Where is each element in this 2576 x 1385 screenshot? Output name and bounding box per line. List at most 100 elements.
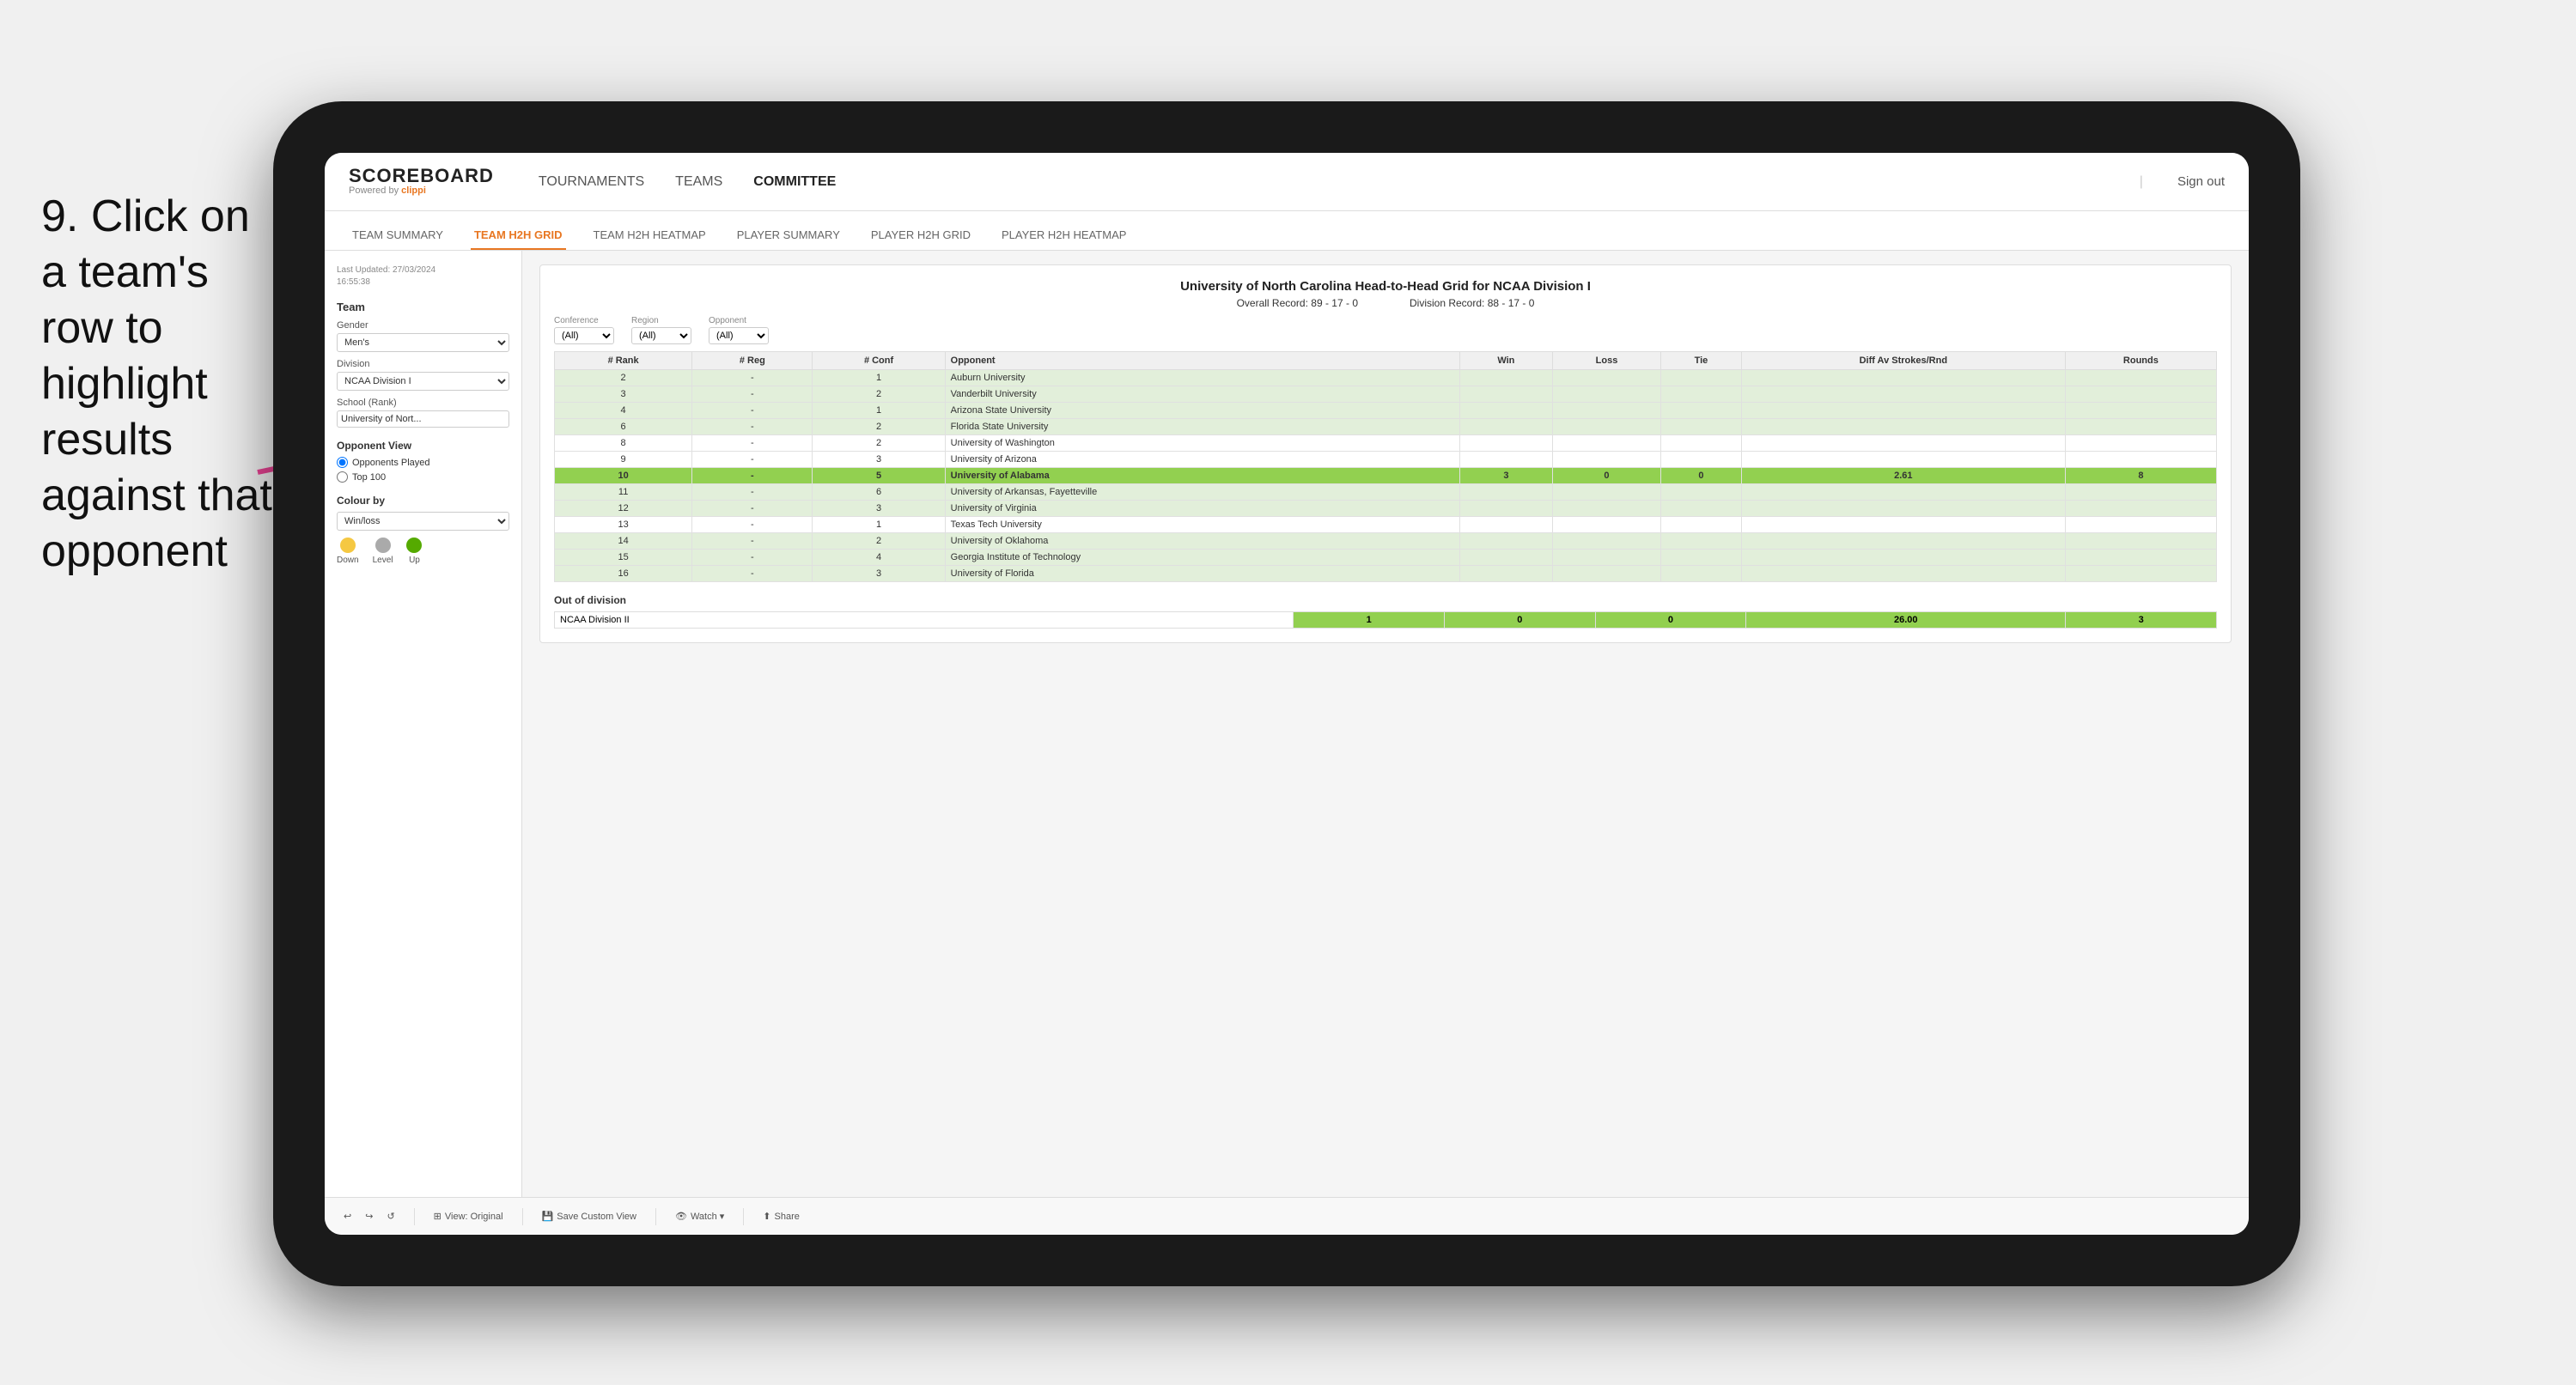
toolbar-save-custom[interactable]: 💾 Save Custom View: [537, 1208, 642, 1224]
conference-filter-label: Conference: [554, 316, 614, 325]
level-dot: [375, 538, 391, 553]
conference-filter: Conference (All): [554, 316, 614, 344]
grid-records: Overall Record: 89 - 17 - 0 Division Rec…: [554, 297, 2217, 309]
out-division-row[interactable]: NCAA Division II10026.003: [555, 612, 2217, 629]
legend-down: Down: [337, 538, 359, 565]
opponents-played-label: Opponents Played: [352, 458, 430, 468]
opponent-filter-select[interactable]: (All): [709, 327, 769, 344]
opponents-played-radio[interactable]: [337, 457, 348, 468]
tab-team-h2h-heatmap[interactable]: TEAM H2H HEATMAP: [590, 222, 709, 250]
logo-powered: Powered by clippi: [349, 185, 494, 197]
colour-by-title: Colour by: [337, 495, 509, 507]
division-select[interactable]: NCAA Division I NCAA Division II: [337, 372, 509, 391]
down-label: Down: [337, 556, 359, 565]
tablet-screen: SCOREBOARD Powered by clippi TOURNAMENTS…: [325, 153, 2249, 1235]
table-row[interactable]: 3-2Vanderbilt University: [555, 386, 2217, 403]
opponents-played-option[interactable]: Opponents Played: [337, 457, 509, 468]
watch-label: Watch ▾: [691, 1211, 724, 1222]
tab-player-h2h-heatmap[interactable]: PLAYER H2H HEATMAP: [998, 222, 1130, 250]
legend: Down Level Up: [337, 538, 509, 565]
col-rounds: Rounds: [2065, 352, 2216, 370]
up-dot: [406, 538, 422, 553]
reset-button[interactable]: ↺: [381, 1208, 399, 1224]
toolbar-share[interactable]: ⬆ Share: [758, 1208, 805, 1224]
view-label: View: Original: [445, 1212, 503, 1222]
logo-scoreboard: SCOREBOARD: [349, 167, 494, 185]
col-rank: # Rank: [555, 352, 692, 370]
gender-select[interactable]: Men's Women's: [337, 333, 509, 352]
top-100-label: Top 100: [352, 472, 386, 483]
toolbar-watch[interactable]: 👁 Watch ▾: [670, 1208, 729, 1224]
last-updated: Last Updated: 27/03/202416:55:38: [337, 264, 509, 289]
colour-by-select[interactable]: Win/loss: [337, 512, 509, 531]
toolbar-sep-2: [522, 1208, 523, 1225]
legend-up: Up: [406, 538, 422, 565]
col-reg: # Reg: [692, 352, 813, 370]
view-icon: ⊞: [434, 1211, 442, 1222]
tablet-frame: SCOREBOARD Powered by clippi TOURNAMENTS…: [273, 101, 2300, 1286]
toolbar-sep-4: [743, 1208, 744, 1225]
col-conf: # Conf: [813, 352, 945, 370]
sub-nav: TEAM SUMMARY TEAM H2H GRID TEAM H2H HEAT…: [325, 211, 2249, 251]
table-row[interactable]: 16-3University of Florida: [555, 566, 2217, 582]
tab-player-h2h-grid[interactable]: PLAYER H2H GRID: [868, 222, 974, 250]
col-tie: Tie: [1661, 352, 1742, 370]
table-row[interactable]: 13-1Texas Tech University: [555, 517, 2217, 533]
region-filter: Region (All): [631, 316, 691, 344]
toolbar-sep-1: [414, 1208, 415, 1225]
table-row[interactable]: 14-2University of Oklahoma: [555, 533, 2217, 550]
out-of-division-title: Out of division: [554, 594, 2217, 606]
share-icon: ⬆: [763, 1211, 770, 1222]
nav-links: TOURNAMENTS TEAMS COMMITTEE: [539, 171, 2105, 193]
conference-filter-select[interactable]: (All): [554, 327, 614, 344]
instruction-text: 9. Click on a team's row to highlight re…: [41, 189, 282, 580]
school-label: School (Rank): [337, 398, 509, 408]
table-row[interactable]: 6-2Florida State University: [555, 419, 2217, 435]
tab-player-summary[interactable]: PLAYER SUMMARY: [734, 222, 843, 250]
nav-teams[interactable]: TEAMS: [675, 171, 722, 193]
redo-button[interactable]: ↪: [360, 1208, 378, 1224]
overall-record: Overall Record: 89 - 17 - 0: [1237, 297, 1358, 309]
bottom-toolbar: ↩ ↪ ↺ ⊞ View: Original 💾 Save Custom Vie…: [325, 1197, 2249, 1235]
region-filter-select[interactable]: (All): [631, 327, 691, 344]
grid-title: University of North Carolina Head-to-Hea…: [554, 279, 2217, 294]
grid-content: University of North Carolina Head-to-Hea…: [522, 251, 2249, 1197]
watch-icon: 👁: [675, 1211, 687, 1222]
table-row[interactable]: 8-2University of Washington: [555, 435, 2217, 452]
division-label: Division: [337, 359, 509, 369]
table-row[interactable]: 15-4Georgia Institute of Technology: [555, 550, 2217, 566]
grid-wrapper: University of North Carolina Head-to-Hea…: [539, 264, 2232, 643]
tab-team-summary[interactable]: TEAM SUMMARY: [349, 222, 447, 250]
grid-header: University of North Carolina Head-to-Hea…: [554, 279, 2217, 309]
opponent-filter: Opponent (All): [709, 316, 769, 344]
table-row[interactable]: 9-3University of Arizona: [555, 452, 2217, 468]
main-content: Last Updated: 27/03/202416:55:38 Team Ge…: [325, 251, 2249, 1197]
logo-area: SCOREBOARD Powered by clippi: [349, 167, 494, 197]
table-row[interactable]: 10-5University of Alabama3002.618: [555, 468, 2217, 484]
save-label: Save Custom View: [557, 1212, 636, 1222]
nav-committee[interactable]: COMMITTEE: [753, 171, 836, 193]
table-row[interactable]: 12-3University of Virginia: [555, 501, 2217, 517]
col-diff: Diff Av Strokes/Rnd: [1741, 352, 2065, 370]
legend-level: Level: [373, 538, 393, 565]
sidebar: Last Updated: 27/03/202416:55:38 Team Ge…: [325, 251, 522, 1197]
h2h-table: # Rank # Reg # Conf Opponent Win Loss Ti…: [554, 351, 2217, 582]
top-100-option[interactable]: Top 100: [337, 471, 509, 483]
down-dot: [340, 538, 356, 553]
undo-button[interactable]: ↩: [338, 1208, 356, 1224]
col-win: Win: [1459, 352, 1552, 370]
school-value[interactable]: University of Nort...: [337, 410, 509, 428]
table-row[interactable]: 11-6University of Arkansas, Fayetteville: [555, 484, 2217, 501]
up-label: Up: [409, 556, 420, 565]
top-100-radio[interactable]: [337, 471, 348, 483]
filter-row: Conference (All) Region (All): [554, 316, 2217, 344]
opponent-filter-label: Opponent: [709, 316, 769, 325]
table-row[interactable]: 2-1Auburn University: [555, 370, 2217, 386]
table-row[interactable]: 4-1Arizona State University: [555, 403, 2217, 419]
tab-team-h2h-grid[interactable]: TEAM H2H GRID: [471, 222, 566, 250]
nav-tournaments[interactable]: TOURNAMENTS: [539, 171, 644, 193]
share-label: Share: [775, 1212, 800, 1222]
top-nav: SCOREBOARD Powered by clippi TOURNAMENTS…: [325, 153, 2249, 211]
toolbar-view-original[interactable]: ⊞ View: Original: [429, 1208, 509, 1224]
sign-out-button[interactable]: Sign out: [2177, 174, 2225, 189]
